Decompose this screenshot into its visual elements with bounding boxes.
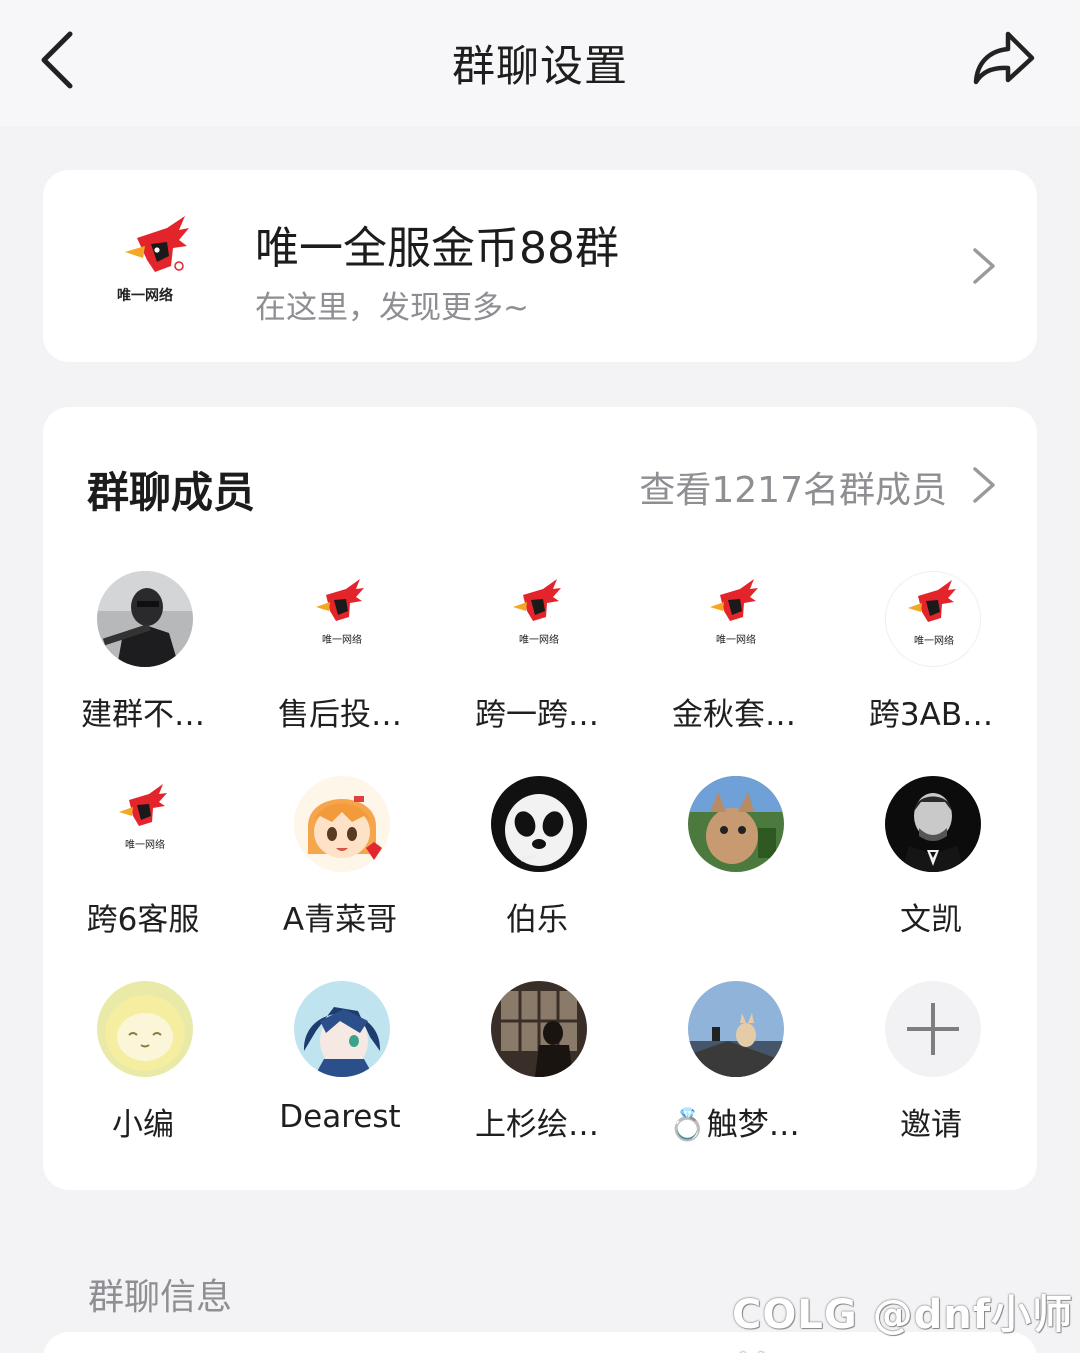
members-card: 群聊成员 查看1217名群成员 建群不… 唯一网络 售后投… 唯一网络 跨一跨…… [43,407,1037,1190]
chevron-right-icon[interactable] [969,465,999,505]
group-profile-card[interactable]: 唯一网络 唯一全服金币88群 在这里，发现更多~ [43,170,1037,362]
avatar [97,571,193,667]
members-title: 群聊成员 [87,468,256,517]
member-name: A青菜哥 [282,902,398,938]
member-name: 建群不… [81,697,205,733]
invite-label: 邀请 [900,1107,962,1143]
section-title-group-info: 群聊信息 [88,1277,233,1318]
avatar: 唯一网络 [688,571,784,667]
watermark: COLG @dnf小师弟 [732,1292,1074,1353]
logo-text: 唯一网络 [322,633,362,646]
member-name: 文凯 [900,902,962,938]
avatar [294,981,390,1077]
member-name: 小编 [112,1107,174,1143]
avatar [688,981,784,1077]
avatar: 唯一网络 [491,571,587,667]
member-name: 跨一跨… [475,697,599,733]
plus-icon [907,1003,959,1055]
member-name: 💍触梦… [668,1107,800,1143]
member-name: 金秋套… [672,697,796,733]
page-title: 群聊设置 [452,42,628,92]
avatar: 唯一网络 [97,776,193,872]
member-name: 伯乐 [506,902,568,938]
share-button[interactable] [968,26,1040,92]
member-name: 上杉绘… [475,1107,599,1143]
avatar [97,981,193,1077]
avatar: 唯一网络 [294,571,390,667]
logo-text: 唯一网络 [716,633,756,646]
logo-text: 唯一网络 [519,633,559,646]
avatar [491,981,587,1077]
avatar [688,776,784,872]
top-bar: 群聊设置 [0,0,1080,126]
group-name: 唯一全服金币88群 [255,223,619,274]
group-subtitle: 在这里，发现更多~ [255,290,529,326]
member-name: 跨6客服 [86,902,200,938]
view-all-members-link[interactable]: 查看1217名群成员 [639,461,947,513]
member-name: Dearest [279,1099,401,1135]
logo-text: 唯一网络 [125,838,165,851]
chevron-right-icon [973,248,995,284]
member-name: 售后投… [278,697,402,733]
share-arrow-icon [973,31,1035,85]
member-name: 跨3AB… [868,697,994,733]
cardinal-logo-icon: 唯一网络 [117,216,189,304]
logo-text: 唯一网络 [914,634,954,647]
logo-text: 唯一网络 [117,287,173,304]
avatar [885,776,981,872]
invite-avatar [885,981,981,1077]
avatar [491,776,587,872]
avatar [294,776,390,872]
avatar: 唯一网络 [885,571,981,667]
